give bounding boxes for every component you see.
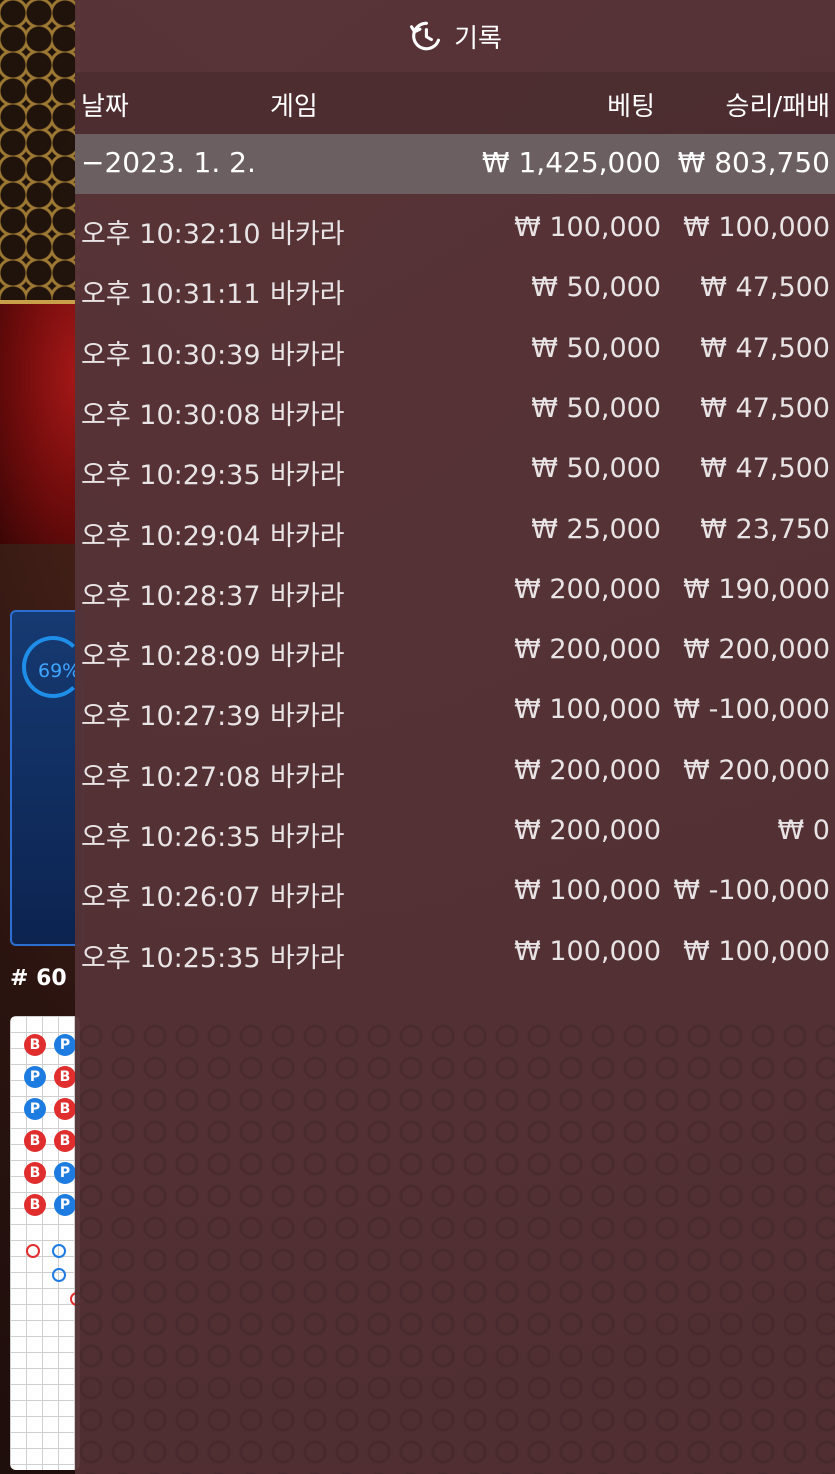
row-time: 오후 10:31:11	[81, 279, 261, 311]
row-game: 바카라	[270, 701, 345, 733]
row-result: ₩ 200,000	[683, 754, 830, 786]
history-row[interactable]: 오후 10:28:09 바카라 ₩ 200,000 ₩ 200,000	[75, 622, 835, 682]
row-result: ₩ 100,000	[683, 935, 830, 967]
row-result: ₩ 190,000	[683, 573, 830, 605]
row-bet: ₩ 50,000	[531, 272, 661, 304]
row-time: 오후 10:25:35	[81, 942, 261, 974]
row-time: 오후 10:27:39	[81, 701, 261, 733]
history-row[interactable]: 오후 10:29:04 바카라 ₩ 25,000 ₩ 23,750	[75, 502, 835, 562]
row-game: 바카라	[270, 219, 345, 250]
bead-player: P	[54, 1194, 76, 1216]
row-bet: ₩ 200,000	[514, 634, 661, 666]
history-title: 기록	[454, 23, 502, 54]
row-result: ₩ -100,000	[673, 875, 830, 907]
row-time: 오후 10:32:10	[81, 219, 261, 250]
row-bet: ₩ 200,000	[514, 573, 661, 605]
row-game: 바카라	[270, 339, 345, 371]
row-game: 바카라	[270, 580, 345, 612]
bead-player: P	[54, 1162, 76, 1184]
history-row[interactable]: 오후 10:30:08 바카라 ₩ 50,000 ₩ 47,500	[75, 381, 835, 441]
row-result: ₩ 100,000	[683, 212, 830, 243]
progress-percent: 69%	[38, 660, 81, 682]
row-time: 오후 10:29:35	[81, 460, 261, 492]
date-group-bet-total: ₩ 1,425,000	[481, 146, 661, 179]
row-game: 바카라	[270, 822, 345, 853]
decorative-pattern	[0, 0, 80, 330]
row-bet: ₩ 100,000	[514, 935, 661, 967]
history-row[interactable]: 오후 10:27:08 바카라 ₩ 200,000 ₩ 200,000	[75, 743, 835, 803]
bead-banker: B	[24, 1034, 46, 1056]
bead-road: B P P B P B B B B P B P	[10, 1016, 84, 1470]
row-result: ₩ 47,500	[700, 392, 830, 424]
bead-banker: B	[24, 1162, 46, 1184]
column-game: 게임	[270, 92, 318, 122]
history-icon	[410, 21, 441, 51]
row-time: 오후 10:29:04	[81, 520, 261, 552]
round-number: # 60	[10, 966, 67, 991]
row-time: 오후 10:27:08	[81, 761, 261, 793]
row-time: 오후 10:28:37	[81, 580, 261, 612]
big-road-player	[52, 1244, 66, 1258]
row-bet: ₩ 200,000	[514, 754, 661, 786]
history-row[interactable]: 오후 10:27:39 바카라 ₩ 100,000 ₩ -100,000	[75, 682, 835, 742]
row-game: 바카라	[270, 279, 345, 311]
row-result: ₩ 47,500	[700, 453, 830, 485]
row-bet: ₩ 50,000	[531, 453, 661, 485]
column-date: 날짜	[81, 92, 129, 122]
history-row[interactable]: 오후 10:28:37 바카라 ₩ 200,000 ₩ 190,000	[75, 562, 835, 622]
history-row[interactable]: 오후 10:26:35 바카라 ₩ 200,000 ₩ 0	[75, 803, 835, 863]
history-row[interactable]: 오후 10:25:35 바카라 ₩ 100,000 ₩ 100,000	[75, 924, 835, 984]
table-felt	[0, 300, 80, 544]
bead-banker: B	[24, 1194, 46, 1216]
row-result: ₩ -100,000	[673, 694, 830, 726]
row-time: 오후 10:30:08	[81, 399, 261, 431]
row-time: 오후 10:26:35	[81, 822, 261, 853]
column-bet: 베팅	[607, 92, 655, 122]
background-ghost	[75, 1020, 835, 1474]
bead-player: P	[24, 1066, 46, 1088]
date-group-label: −2023. 1. 2.	[81, 146, 256, 179]
history-row[interactable]: 오후 10:32:10 바카라 ₩ 100,000 ₩ 100,000	[75, 200, 835, 260]
big-road-player	[52, 1268, 66, 1282]
history-row[interactable]: 오후 10:26:07 바카라 ₩ 100,000 ₩ -100,000	[75, 863, 835, 923]
row-result: ₩ 200,000	[683, 634, 830, 666]
bead-banker: B	[24, 1130, 46, 1152]
history-row[interactable]: 오후 10:29:35 바카라 ₩ 50,000 ₩ 47,500	[75, 441, 835, 501]
row-game: 바카라	[270, 399, 345, 431]
row-bet: ₩ 25,000	[531, 513, 661, 545]
row-game: 바카라	[270, 460, 345, 492]
row-game: 바카라	[270, 882, 345, 914]
row-result: ₩ 0	[777, 815, 830, 846]
bead-player: P	[54, 1034, 76, 1056]
row-bet: ₩ 100,000	[514, 212, 661, 243]
bead-banker: B	[54, 1066, 76, 1088]
row-result: ₩ 47,500	[700, 332, 830, 364]
row-time: 오후 10:28:09	[81, 641, 261, 673]
table-header: 날짜 게임 베팅 승리/패배	[75, 72, 835, 134]
row-bet: ₩ 200,000	[514, 815, 661, 846]
row-game: 바카라	[270, 520, 345, 552]
date-group-row[interactable]: −2023. 1. 2. ₩ 1,425,000 ₩ 803,750	[75, 134, 835, 194]
history-row[interactable]: 오후 10:31:11 바카라 ₩ 50,000 ₩ 47,500	[75, 260, 835, 320]
row-game: 바카라	[270, 761, 345, 793]
row-time: 오후 10:26:07	[81, 882, 261, 914]
row-bet: ₩ 50,000	[531, 332, 661, 364]
row-bet: ₩ 100,000	[514, 875, 661, 907]
date-group-result-total: ₩ 803,750	[677, 146, 830, 179]
row-result: ₩ 47,500	[700, 272, 830, 304]
big-road-banker	[26, 1244, 40, 1258]
column-result: 승리/패배	[725, 92, 830, 122]
row-game: 바카라	[270, 942, 345, 974]
bead-banker: B	[54, 1130, 76, 1152]
row-bet: ₩ 100,000	[514, 694, 661, 726]
row-time: 오후 10:30:39	[81, 339, 261, 371]
bead-banker: B	[54, 1098, 76, 1120]
row-result: ₩ 23,750	[700, 513, 830, 545]
row-bet: ₩ 50,000	[531, 392, 661, 424]
history-row[interactable]: 오후 10:30:39 바카라 ₩ 50,000 ₩ 47,500	[75, 321, 835, 381]
row-game: 바카라	[270, 641, 345, 673]
bead-player: P	[24, 1098, 46, 1120]
history-header: 기록	[75, 0, 835, 72]
